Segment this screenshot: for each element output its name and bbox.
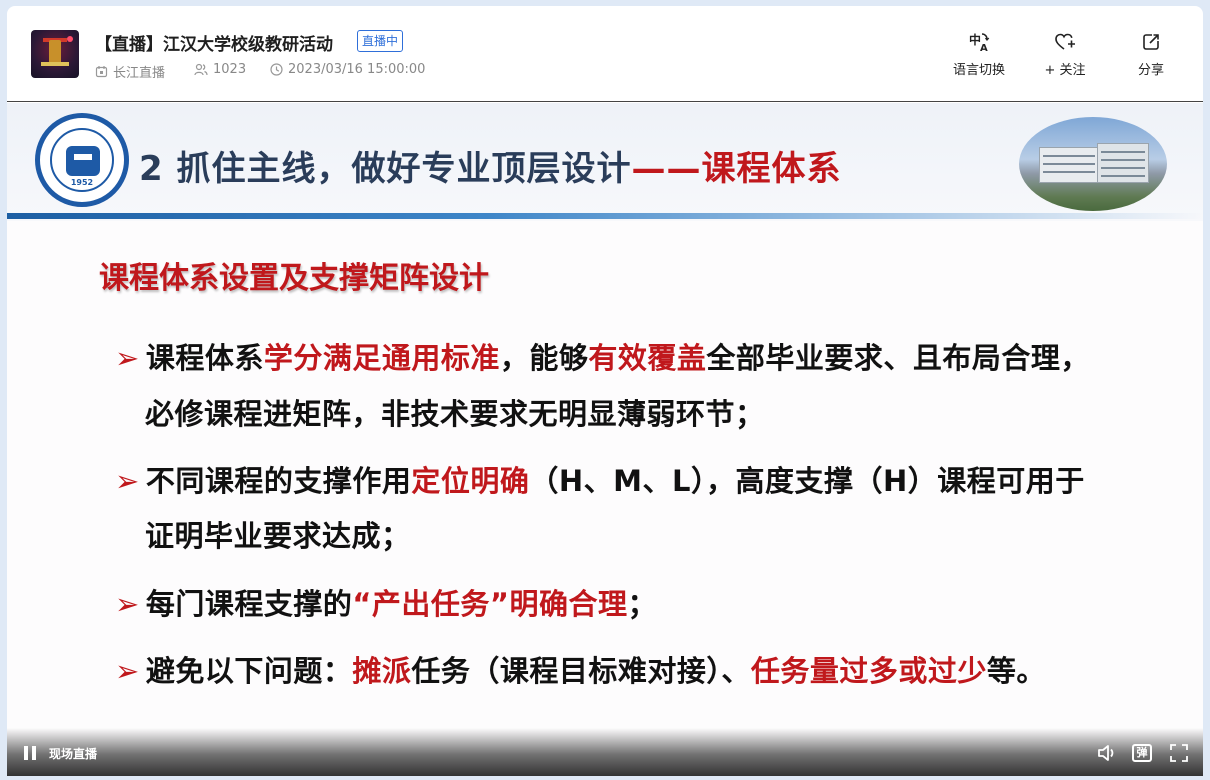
- clock-icon: [270, 63, 283, 76]
- campus-building-image: [1019, 117, 1167, 211]
- bullet-arrow-icon: ➢: [115, 654, 140, 688]
- bullet-text: 全部毕业要求、且布局合理，: [706, 341, 1090, 375]
- bullet-continuation: 证明毕业要求达成；: [145, 519, 411, 553]
- bullet-text: ；: [627, 587, 657, 621]
- volume-icon[interactable]: [1096, 742, 1118, 764]
- bullet-arrow-icon: ➢: [115, 587, 140, 621]
- calendar-icon: [95, 66, 108, 78]
- header: 【直播】江汉大学校级教研活动 直播中 长江直播 1023 2023/03/16 …: [7, 6, 1203, 102]
- heart-plus-icon: [1055, 33, 1075, 50]
- bullet-comment-toggle[interactable]: 弹: [1132, 744, 1152, 762]
- slide-title-highlight: ——课程体系: [631, 149, 842, 189]
- bullet-arrow-icon: ➢: [115, 341, 140, 375]
- channel-avatar[interactable]: [31, 30, 79, 78]
- live-status-badge: 直播中: [357, 30, 404, 52]
- bullet-item: ➢ 不同课程的支撑作用定位明确（H、M、L），高度支撑（H）课程可用于: [115, 458, 1085, 500]
- users-icon: [194, 63, 208, 76]
- bullet-text: 任务（课程目标难对接）、: [411, 654, 751, 688]
- bullet-text: 不同课程的支撑作用: [145, 464, 412, 498]
- bullet-arrow-icon: ➢: [115, 464, 140, 498]
- logo-year: 1952: [70, 178, 94, 187]
- bullet-text: ，能够: [499, 341, 589, 375]
- fullscreen-icon[interactable]: [1168, 742, 1190, 764]
- pause-button[interactable]: [23, 746, 37, 760]
- follow-label: + 关注: [1044, 63, 1086, 78]
- meta-channel: 长江直播: [95, 62, 165, 81]
- slide-subtitle: 课程体系设置及支撑矩阵设计: [99, 261, 489, 296]
- slide-title-main: 2 抓住主线，做好专业顶层设计: [139, 149, 632, 189]
- language-switch-button[interactable]: 中A 语言切换: [939, 32, 1019, 78]
- bullet-highlight: 有效覆盖: [588, 341, 707, 375]
- bullet-item: ➢ 每门课程支撑的“产出任务”明确合理；: [115, 581, 657, 623]
- slide-title: 2 抓住主线，做好专业顶层设计——课程体系: [139, 141, 842, 190]
- bullet-highlight: 定位明确: [411, 464, 530, 498]
- bullet-text: 每门课程支撑的: [145, 587, 353, 621]
- live-video-slide[interactable]: 1952 2 抓住主线，做好专业顶层设计——课程体系 课程体系设置及支撑矩阵设计…: [7, 103, 1203, 776]
- bullet-highlight: 学分满足通用标准: [263, 341, 500, 375]
- bullet-highlight: “产出任务”明确合理: [352, 587, 628, 621]
- live-page-card: 【直播】江汉大学校级教研活动 直播中 长江直播 1023 2023/03/16 …: [7, 6, 1203, 776]
- bullet-text: 避免以下问题：: [145, 654, 353, 688]
- share-button[interactable]: 分享: [1111, 32, 1191, 78]
- player-controls: 现场直播 弹: [7, 728, 1203, 776]
- bullet-text: （H、M、L），高度支撑（H）课程可用于: [529, 464, 1085, 498]
- live-label: 现场直播: [49, 747, 98, 761]
- language-switch-label: 语言切换: [952, 63, 1005, 78]
- follow-button[interactable]: + 关注: [1025, 32, 1105, 78]
- bullet-highlight: 任务量过多或过少: [750, 654, 987, 688]
- bullet-highlight: 摊派: [352, 654, 412, 688]
- share-icon: [1143, 34, 1159, 50]
- bullet-text: 等。: [986, 654, 1046, 688]
- bullet-continuation: 必修课程进矩阵，非技术要求无明显薄弱环节；: [145, 397, 765, 431]
- channel-name: 长江直播: [113, 66, 166, 81]
- meta-viewers: 1023: [194, 62, 246, 77]
- viewer-count: 1023: [213, 62, 247, 77]
- share-label: 分享: [1137, 63, 1164, 78]
- bullet-item: ➢ 课程体系学分满足通用标准，能够有效覆盖全部毕业要求、且布局合理，: [115, 335, 1090, 377]
- page-title: 【直播】江汉大学校级教研活动: [95, 35, 333, 55]
- translate-icon: 中A: [969, 32, 990, 52]
- bullet-item: ➢ 避免以下问题：摊派任务（课程目标难对接）、任务量过多或过少等。: [115, 648, 1046, 690]
- bullet-text: 课程体系: [145, 341, 264, 375]
- banner-divider: [7, 213, 1203, 219]
- meta-time: 2023/03/16 15:00:00: [270, 62, 425, 77]
- start-time: 2023/03/16 15:00:00: [288, 62, 426, 77]
- university-logo: 1952: [35, 113, 129, 207]
- svg-text:A: A: [980, 43, 988, 52]
